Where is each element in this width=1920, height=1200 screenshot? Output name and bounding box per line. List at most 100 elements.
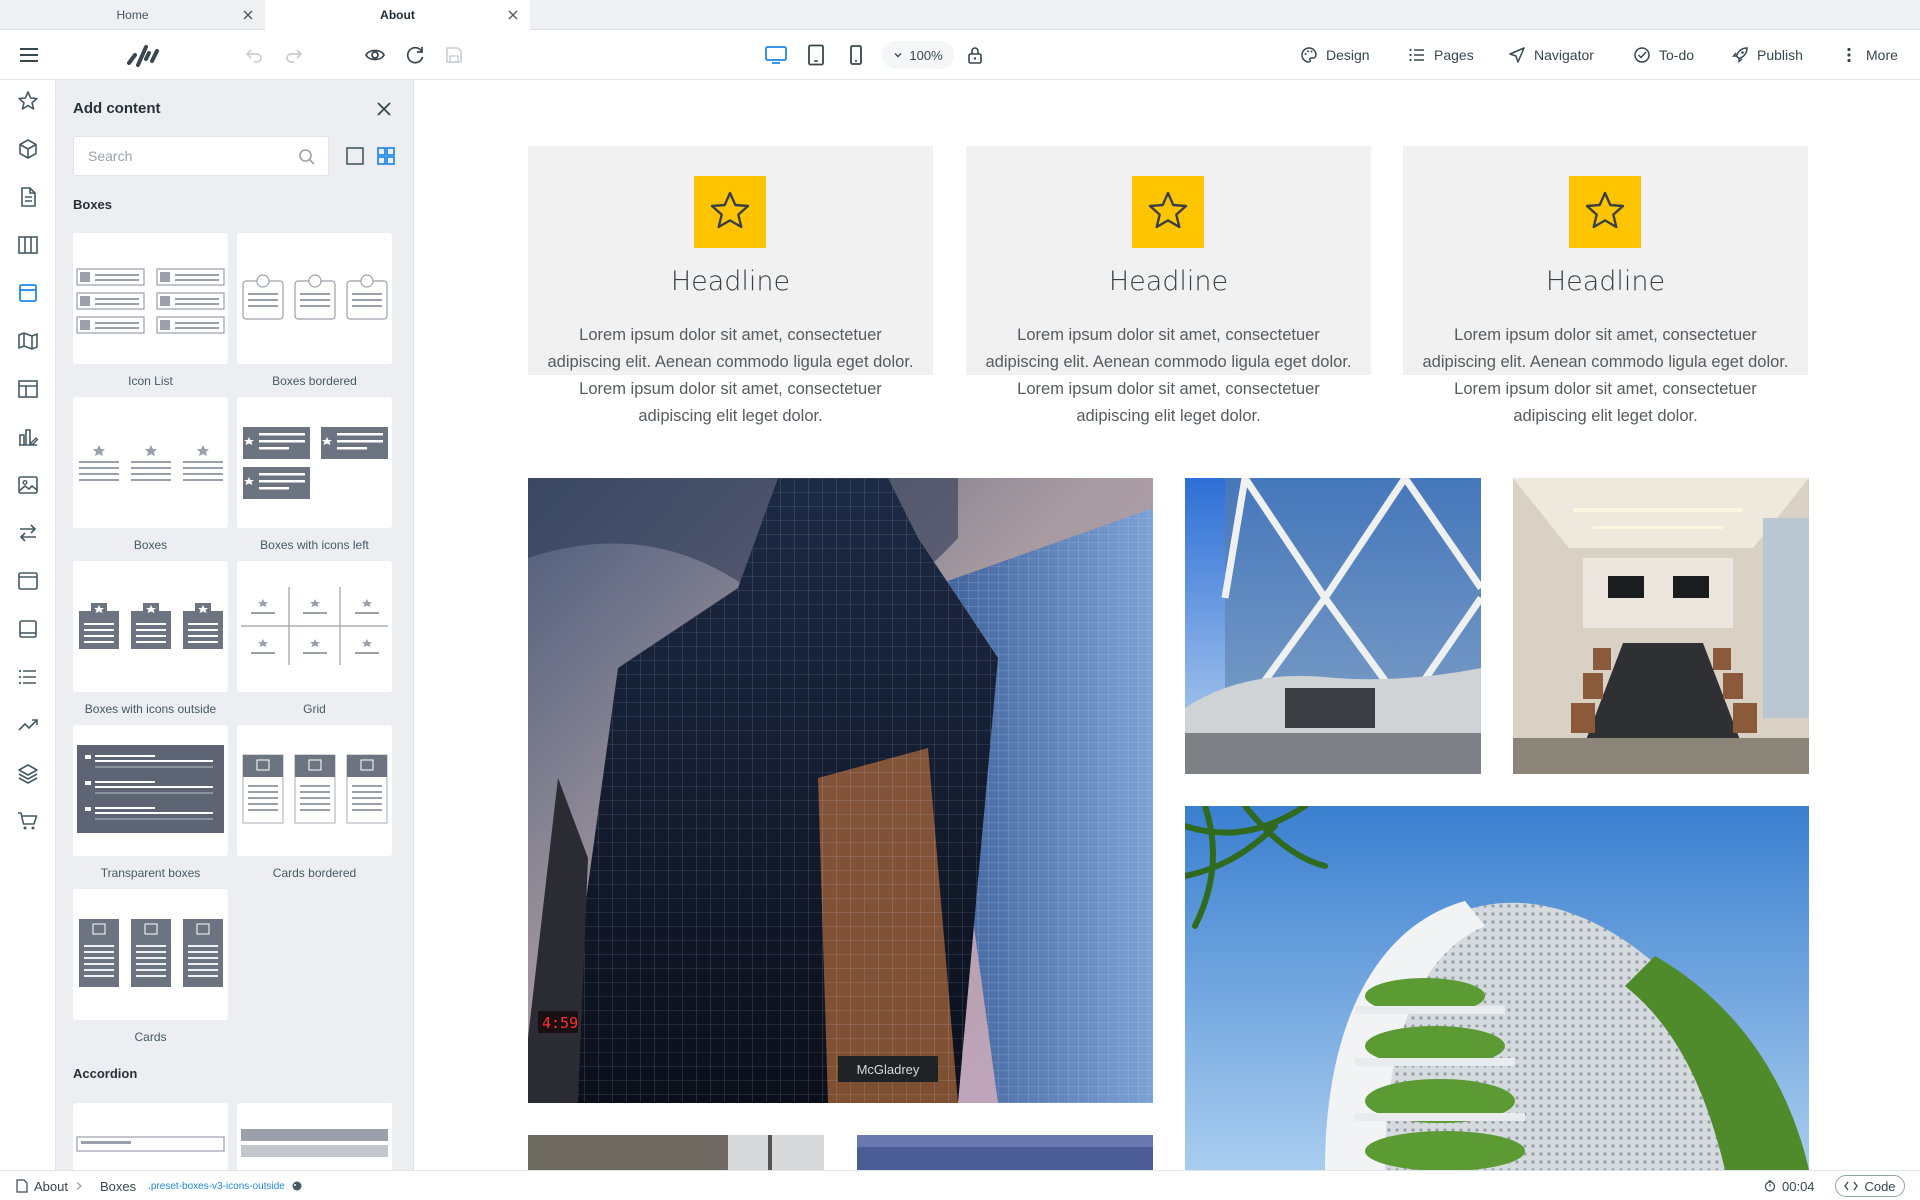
grid-view-icon[interactable] — [376, 146, 396, 166]
skyscraper-photo[interactable]: 4:59 McGladrey — [528, 478, 1153, 1103]
close-icon[interactable] — [241, 8, 255, 22]
tablet-icon[interactable] — [16, 617, 40, 641]
tab-home[interactable]: Home — [0, 0, 265, 30]
design-label: Design — [1326, 47, 1370, 63]
list-icon[interactable] — [16, 665, 40, 689]
cart-icon[interactable] — [16, 809, 40, 833]
search-input[interactable] — [74, 137, 274, 175]
status-bar: About Boxes .preset-boxes-v3-icons-outsi… — [0, 1170, 1920, 1200]
star-icon — [1569, 176, 1641, 248]
zoom-dropdown[interactable]: 100% — [882, 41, 954, 69]
element-card-boxes-icons-outside[interactable] — [73, 561, 228, 692]
redo-icon[interactable] — [284, 30, 304, 80]
accordion-thumbnail — [241, 1129, 388, 1157]
navigator-button[interactable]: Navigator — [1508, 38, 1594, 72]
map-icon[interactable] — [16, 329, 40, 353]
desktop-view-icon[interactable] — [764, 30, 788, 80]
cards-thumbnail — [79, 919, 223, 987]
top-toolbar: 100% Design Pages Navigator To-do Publis… — [0, 30, 1920, 80]
tab-bar: Home About — [0, 0, 1920, 30]
hamburger-menu-icon[interactable] — [18, 30, 40, 80]
publish-button[interactable]: Publish — [1731, 38, 1803, 72]
tab-about[interactable]: About — [265, 0, 530, 30]
element-card-boxes-bordered[interactable] — [237, 233, 392, 364]
green-building-photo[interactable] — [1185, 806, 1809, 1170]
boardroom-photo[interactable] — [1513, 478, 1809, 774]
timer: 00:04 — [1764, 1171, 1815, 1200]
close-icon[interactable] — [375, 100, 393, 118]
cityscape-photo[interactable] — [857, 1135, 1153, 1170]
cube-icon[interactable] — [16, 137, 40, 161]
element-card-label: Transparent boxes — [100, 866, 201, 880]
refresh-icon[interactable] — [404, 30, 426, 80]
single-view-icon[interactable] — [345, 146, 365, 166]
section-heading-boxes: Boxes — [73, 197, 113, 212]
icon-list-thumbnail — [76, 268, 225, 334]
feature-text: Lorem ipsum dolor sit amet, consectetuer… — [985, 326, 1352, 425]
tablet-view-icon[interactable] — [806, 30, 826, 80]
element-card-transparent-boxes[interactable] — [73, 725, 228, 856]
breadcrumb-page[interactable]: About — [34, 1179, 68, 1194]
navigator-label: Navigator — [1534, 47, 1594, 63]
feature-box[interactable]: Headline Lorem ipsum dolor sit amet, con… — [1403, 146, 1808, 425]
trend-icon[interactable] — [16, 713, 40, 737]
more-button[interactable]: More — [1840, 38, 1898, 72]
chart-edit-icon[interactable] — [16, 425, 40, 449]
mobile-view-icon[interactable] — [848, 30, 864, 80]
pages-button[interactable]: Pages — [1408, 38, 1474, 72]
breadcrumb: About Boxes .preset-boxes-v3-icons-outsi… — [16, 1171, 303, 1200]
timer-value: 00:04 — [1782, 1178, 1815, 1194]
element-card-cards[interactable] — [73, 889, 228, 1020]
element-card-accordion-2[interactable] — [237, 1103, 392, 1170]
element-card-label: Boxes bordered — [272, 374, 357, 388]
tab-label: About — [380, 8, 415, 22]
layout-icon[interactable] — [16, 377, 40, 401]
element-card-icon-list[interactable] — [73, 233, 228, 364]
star-icon[interactable] — [16, 89, 40, 113]
app-logo — [126, 30, 160, 80]
interior-photo[interactable] — [528, 1135, 824, 1170]
lock-icon[interactable] — [966, 30, 984, 80]
element-card-label: Boxes — [133, 538, 168, 552]
zoom-value: 100% — [909, 47, 943, 63]
columns-icon[interactable] — [16, 233, 40, 257]
palette-icon[interactable] — [291, 1180, 303, 1192]
save-icon[interactable] — [444, 30, 464, 80]
box-icon[interactable] — [16, 281, 40, 305]
more-label: More — [1866, 47, 1898, 63]
search-icon[interactable] — [298, 148, 316, 166]
transparent-boxes-thumbnail — [77, 745, 224, 833]
rocket-icon — [1732, 47, 1748, 63]
code-button[interactable]: Code — [1835, 1175, 1905, 1197]
element-card-boxes[interactable] — [73, 397, 228, 528]
element-card-accordion-1[interactable] — [73, 1103, 228, 1170]
window-icon[interactable] — [16, 569, 40, 593]
code-icon — [1844, 1181, 1859, 1191]
todo-button[interactable]: To-do — [1633, 38, 1694, 72]
page-canvas: Headline Lorem ipsum dolor sit amet, con… — [414, 80, 1920, 1170]
css-class-label: .preset-boxes-v3-icons-outside — [148, 1180, 285, 1192]
document-icon[interactable] — [16, 185, 40, 209]
breadcrumb-element[interactable]: Boxes — [100, 1179, 136, 1194]
feature-box[interactable]: Headline Lorem ipsum dolor sit amet, con… — [528, 146, 933, 425]
list-icon — [1409, 48, 1424, 62]
lattice-building-photo[interactable] — [1185, 478, 1481, 774]
layers-icon[interactable] — [16, 761, 40, 785]
close-icon[interactable] — [506, 8, 520, 22]
element-card-boxes-icons-left[interactable] — [237, 397, 392, 528]
undo-icon[interactable] — [244, 30, 264, 80]
element-card-grid[interactable] — [237, 561, 392, 692]
feature-headline: Headline — [1108, 266, 1229, 297]
design-button[interactable]: Design — [1300, 38, 1370, 72]
swap-icon[interactable] — [16, 521, 40, 545]
star-icon — [1132, 176, 1204, 248]
preview-eye-icon[interactable] — [364, 30, 386, 80]
feature-box[interactable]: Headline Lorem ipsum dolor sit amet, con… — [966, 146, 1371, 425]
feature-headline: Headline — [670, 266, 791, 297]
boxes-icons-outside-thumbnail — [79, 603, 223, 649]
sidebar-rail — [0, 80, 56, 1170]
element-card-label: Icon List — [128, 374, 173, 388]
element-card-cards-bordered[interactable] — [237, 725, 392, 856]
image-icon[interactable] — [16, 473, 40, 497]
boxes-icons-left-thumbnail — [243, 427, 388, 499]
